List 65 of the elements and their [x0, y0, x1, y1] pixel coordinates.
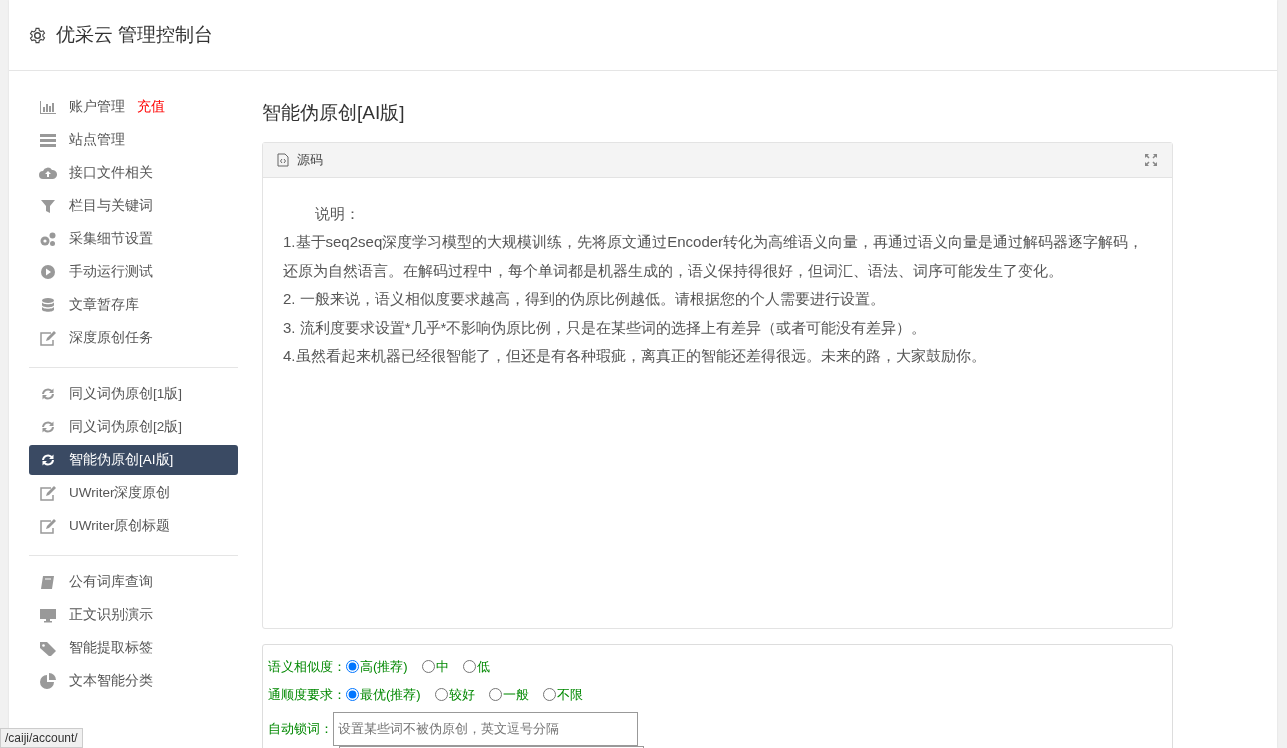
cloud-upload-icon	[39, 165, 57, 181]
radio-button[interactable]	[462, 660, 476, 673]
monitor-icon	[39, 607, 57, 623]
edit-icon	[39, 485, 57, 501]
radio-button[interactable]	[488, 688, 502, 701]
sidebar-item[interactable]: 智能伪原创[AI版]	[29, 445, 238, 475]
server-icon	[39, 132, 57, 148]
status-url: /caiji/account/	[0, 728, 83, 748]
gears-icon	[39, 231, 57, 247]
description-text: 说明：	[314, 203, 361, 224]
sidebar-item[interactable]: UWriter原创标题	[29, 511, 238, 541]
radio-button[interactable]	[346, 660, 359, 673]
sidebar-item[interactable]: 栏目与关键词	[29, 191, 238, 221]
sidebar-item[interactable]: 正文识别演示	[29, 600, 238, 630]
description-text: 1.基于seq2seq深度学习模型的大规模训练，先将原文通过Encoder转化为高维语义向量，再通过语义向量是通过解码器逐字解码，还原为自然语言。在解码过程中，每个单词都是机器生成的，语义保持得很好，但词汇、语法、词序可能发生了变化。	[283, 232, 1145, 281]
sidebar-item[interactable]: 文章暂存库	[29, 290, 238, 320]
sync-icon	[39, 452, 57, 468]
radio-button[interactable]	[346, 688, 359, 701]
option-label: 通顺度要求：	[268, 685, 346, 704]
radio-button[interactable]	[434, 688, 448, 701]
description-text: 2. 一般来说，语义相似度要求越高，得到的伪原比例越低。请根据您的个人需要进行设置。	[283, 289, 886, 310]
page-title: 智能伪原创[AI版]	[262, 101, 406, 125]
console-title: 优采云 管理控制台	[56, 22, 214, 47]
radio-label: 较好	[448, 685, 475, 704]
sidebar-item[interactable]: 站点管理	[29, 125, 238, 155]
edit-icon	[39, 518, 57, 534]
recharge-link[interactable]: 充值	[137, 96, 165, 118]
sidebar-item[interactable]: 文本智能分类	[29, 666, 238, 696]
description-text: 4.虽然看起来机器已经很智能了，但还是有各种瑕疵，离真正的智能还差得很远。未来的路，大家鼓励你。	[283, 346, 987, 367]
radio-label: 低	[476, 657, 490, 676]
description-text: 3. 流利度要求设置*几乎*不影响伪原比例，只是在某些词的选择上有差异（或者可能没有差异）。	[283, 317, 928, 338]
sidebar-item[interactable]: 手动运行测试	[29, 257, 238, 287]
settings-icon	[29, 26, 46, 44]
sidebar-item[interactable]: 智能提取标签	[29, 633, 238, 663]
fullscreen-icon[interactable]	[1144, 152, 1158, 167]
book-icon	[39, 574, 57, 590]
sync-icon	[39, 386, 57, 402]
sidebar-item[interactable]: 同义词伪原创[1版]	[29, 379, 238, 409]
radio-button[interactable]	[542, 688, 556, 701]
sidebar-item[interactable]: 深度原创任务	[29, 323, 238, 353]
pie-icon	[39, 673, 57, 689]
radio-button[interactable]	[421, 660, 435, 673]
database-icon	[39, 297, 57, 313]
sync-icon	[39, 419, 57, 435]
option-label: 自动锁词：	[268, 719, 333, 738]
sidebar-item[interactable]: 同义词伪原创[2版]	[29, 412, 238, 442]
filter-icon	[39, 198, 57, 214]
sidebar-item[interactable]: 采集细节设置	[29, 224, 238, 254]
lock-words-field[interactable]: 设置某些词不被伪原创，英文逗号分隔	[333, 711, 638, 746]
radio-label: 中	[435, 657, 449, 676]
radio-label: 一般	[502, 685, 529, 704]
tag-icon	[39, 640, 57, 656]
chart-icon	[39, 99, 57, 115]
sidebar-item[interactable]: 公有词库查询	[29, 567, 238, 597]
sidebar-item[interactable]: 接口文件相关	[29, 158, 238, 188]
radio-label: 最优(推荐)	[360, 685, 421, 704]
option-label: 语义相似度：	[268, 657, 346, 676]
radio-label: 高(推荐)	[360, 657, 408, 676]
sidebar-item[interactable]: UWriter深度原创	[29, 478, 238, 508]
code-file-icon	[277, 152, 289, 167]
source-tab[interactable]: 源码	[297, 149, 323, 170]
sidebar-item[interactable]: 账户管理 充值	[29, 92, 238, 122]
edit-icon	[39, 330, 57, 346]
radio-label: 不限	[556, 685, 583, 704]
play-icon	[39, 264, 57, 280]
